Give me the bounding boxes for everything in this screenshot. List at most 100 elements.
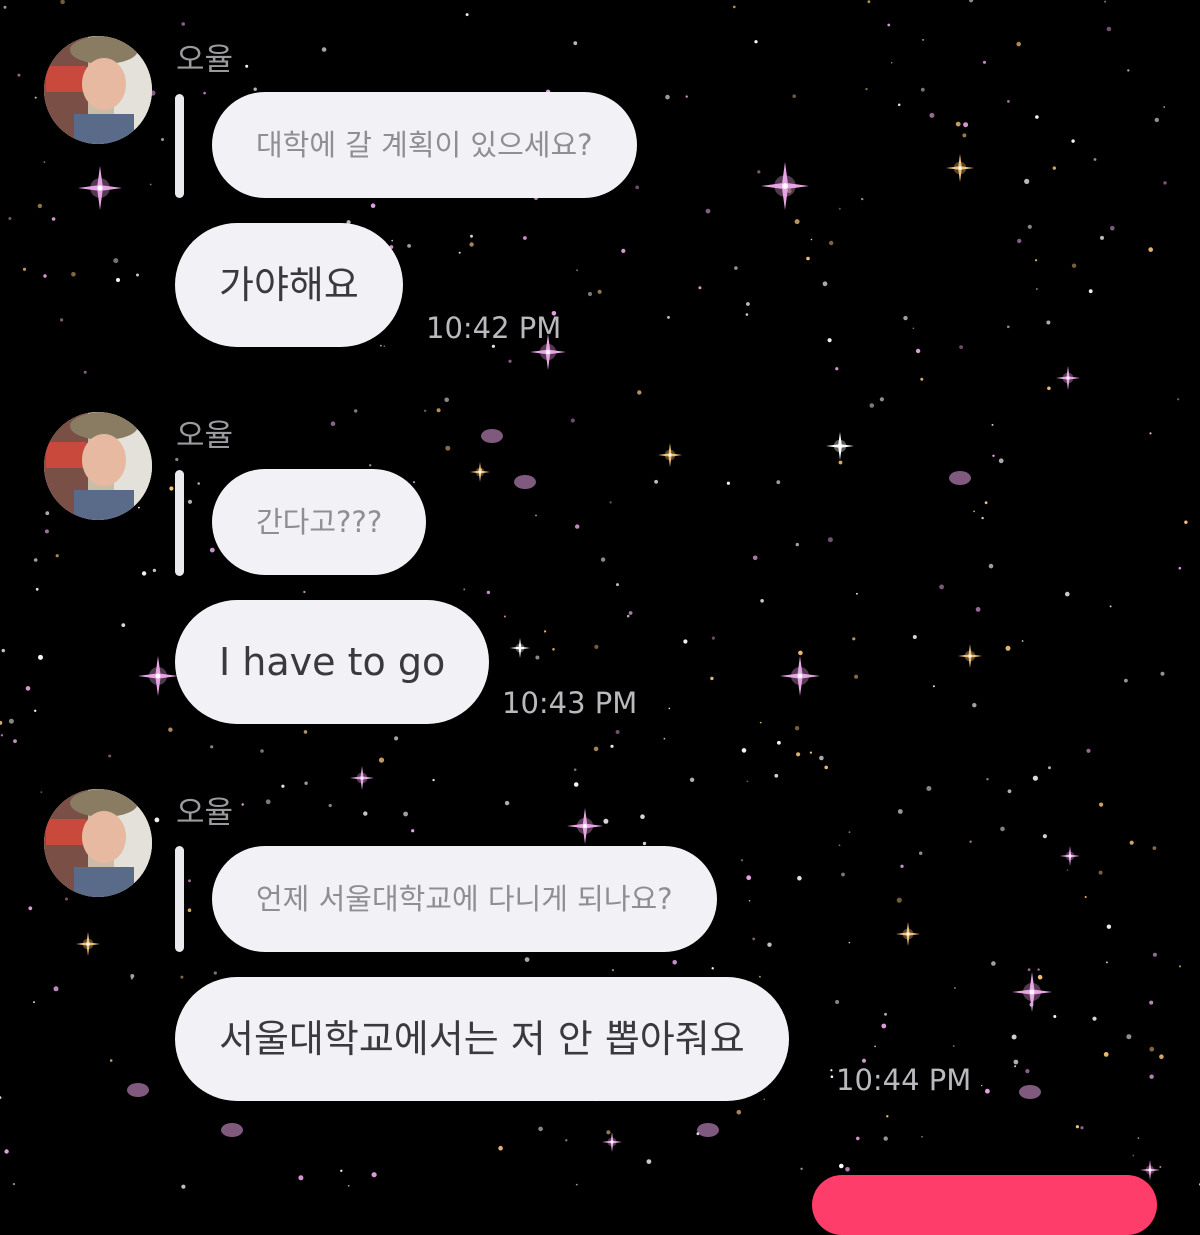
star-dot [745,313,749,316]
star-dot [33,1001,35,1004]
star-dot [423,409,427,412]
star-dot [759,721,762,724]
star-dot [711,967,714,970]
star-dot [298,1175,304,1181]
star-dot [879,397,885,402]
star-dot [838,460,843,465]
star-dot [711,636,716,640]
sparkle-star [1060,846,1080,866]
avatar[interactable] [44,36,152,144]
star-dot [180,975,184,979]
star-dot [848,941,851,944]
star-dot [810,238,813,241]
star-dot [28,906,33,911]
star-dot [0,1096,2,1099]
star-dot [141,571,147,576]
star-dot [354,409,358,413]
star-dot [827,537,833,543]
star-dot [113,258,119,264]
star-dot [848,831,851,833]
star-dot [1106,26,1112,32]
star-dot [874,1045,876,1048]
star-dot [210,745,214,749]
star-dot [1105,961,1108,964]
star-dot [154,817,160,823]
star-dot [881,1023,887,1029]
outgoing-message-bubble[interactable] [812,1175,1157,1235]
message-bubble[interactable]: 가야해요 [175,223,403,347]
star-dot [573,41,578,46]
star-dot [523,236,527,240]
star-dot [921,1135,923,1138]
star-dot [776,480,781,485]
star-dot [615,730,620,734]
message-bubble[interactable]: 서울대학교에서는 저 안 뽑아줘요 [175,977,789,1101]
star-dot [321,47,327,52]
star-dot [616,583,619,587]
star-dot [654,479,658,484]
star-dot [869,403,875,408]
sparkle-star [761,162,809,210]
star-dot [486,590,491,595]
star-dot [371,1172,377,1178]
star-dot [809,751,813,754]
star-dot [600,557,606,562]
star-dot [1013,1059,1019,1065]
star-dot [672,960,677,965]
message-bubble[interactable]: I have to go [175,600,490,724]
star-dot [726,481,731,485]
star-dot [4,1149,9,1154]
glow-blob [514,475,536,489]
star-dot [53,986,59,992]
star-dot [1149,1000,1154,1005]
glow-blob [221,1123,243,1137]
message-timestamp: 10:43 PM [502,686,638,720]
star-dot [998,458,1004,464]
star-dot [760,599,764,603]
avatar-image [44,36,152,144]
star-dot [181,1184,186,1189]
star-dot [646,1159,652,1164]
star-dot [187,499,193,504]
avatar-image [44,412,152,520]
star-dot [806,256,810,261]
star-dot [794,726,800,731]
star-dot [955,121,961,127]
star-dot [391,239,394,242]
avatar[interactable] [44,789,152,897]
star-dot [689,777,695,782]
star-dot [792,94,796,98]
star-dot [626,614,630,618]
star-dot [740,859,744,862]
star-dot [1024,178,1030,184]
star-dot [912,327,915,330]
star-dot [265,799,271,805]
star-dot [1007,325,1010,329]
avatar[interactable] [44,412,152,520]
star-dot [370,203,376,208]
star-dot [1088,289,1093,294]
star-dot [932,685,935,688]
star-dot [161,138,164,141]
sparkle-star [826,432,854,460]
star-dot [108,754,112,758]
star-dot [896,897,902,903]
star-dot [757,170,761,174]
star-dot [573,768,577,771]
star-dot [1075,1125,1079,1129]
quoted-message[interactable]: 언제 서울대학교에 다니게 되나요? [212,846,717,952]
glow-blob [127,1083,149,1097]
glow-blob [697,1123,719,1137]
star-dot [668,707,671,710]
star-dot [209,547,215,553]
star-dot [1035,259,1038,262]
quoted-message[interactable]: 간다고??? [212,469,427,575]
quoted-message[interactable]: 대학에 갈 계획이 있으세요? [212,92,637,198]
star-dot [1178,566,1182,570]
sparkle-star [896,922,920,946]
star-dot [777,740,781,745]
glow-blob [949,471,971,485]
star-dot [663,737,666,740]
glow-blob [1019,1085,1041,1099]
avatar-image [44,789,152,897]
